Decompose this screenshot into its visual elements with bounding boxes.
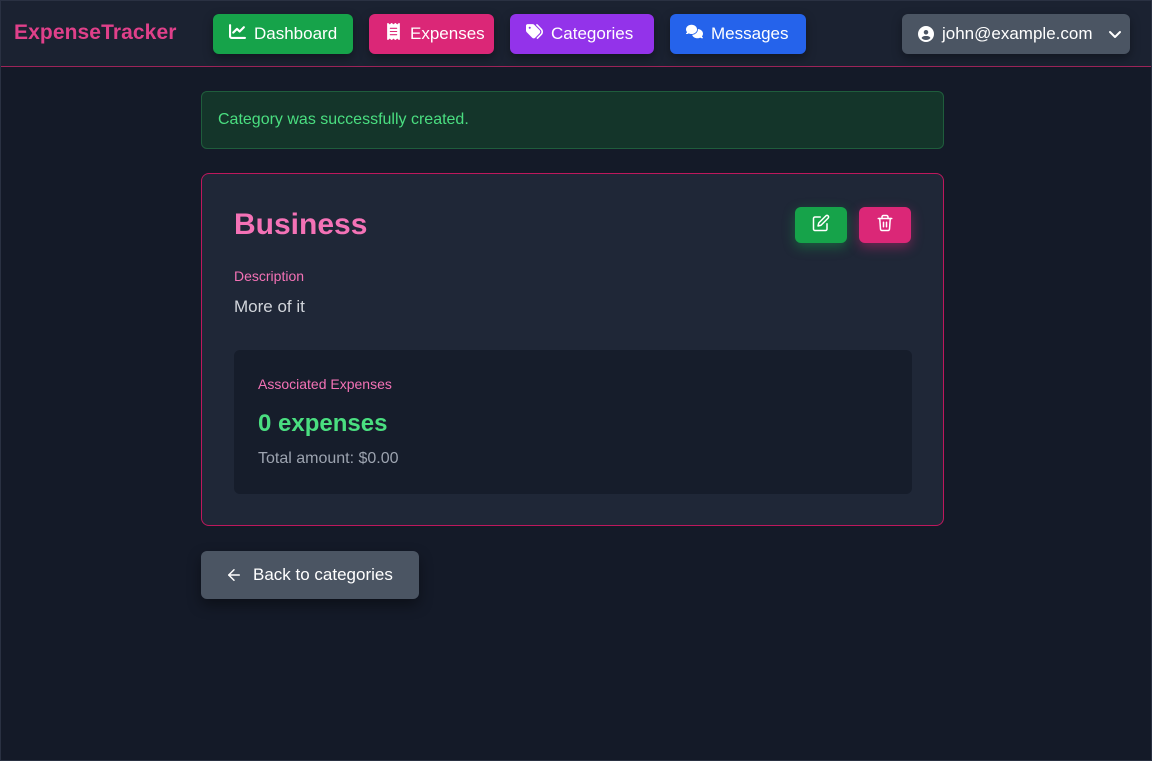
nav-messages-button[interactable]: Messages [670, 14, 806, 54]
description-value: More of it [234, 297, 305, 316]
user-circle-icon [918, 26, 934, 42]
trash-icon [876, 214, 894, 237]
success-flash-message: Category was successfully created. [201, 91, 944, 149]
back-to-categories-button[interactable]: Back to categories [201, 551, 419, 599]
edit-category-button[interactable] [795, 207, 847, 243]
nav-dashboard-button[interactable]: Dashboard [213, 14, 353, 54]
top-navbar: ExpenseTracker Dashboard Expenses Catego… [1, 1, 1151, 67]
description-label: Description [234, 268, 305, 284]
chart-line-icon [229, 23, 246, 45]
comments-icon [685, 23, 703, 45]
category-detail-card: Business Description More of it Associat… [201, 173, 944, 526]
delete-category-button[interactable] [859, 207, 911, 243]
associated-expenses-label: Associated Expenses [258, 376, 392, 392]
user-menu-dropdown[interactable]: john@example.com [902, 14, 1130, 54]
back-button-label: Back to categories [253, 565, 393, 584]
nav-expenses-button[interactable]: Expenses [369, 14, 494, 54]
expense-count: 0 expenses [258, 410, 388, 437]
brand-logo[interactable]: ExpenseTracker [14, 21, 177, 45]
nav-expenses-label: Expenses [410, 24, 485, 43]
total-amount: Total amount: $0.00 [258, 450, 399, 467]
receipt-icon [385, 23, 402, 45]
flash-text: Category was successfully created. [218, 111, 469, 128]
chevron-down-icon [1107, 26, 1123, 42]
arrow-left-icon [225, 566, 243, 584]
nav-dashboard-label: Dashboard [254, 24, 338, 43]
associated-expenses-panel: Associated Expenses 0 expenses Total amo… [234, 350, 912, 494]
user-email: john@example.com [942, 24, 1093, 43]
nav-categories-button[interactable]: Categories [510, 14, 654, 54]
nav-categories-label: Categories [551, 24, 634, 43]
edit-icon [812, 214, 830, 237]
tags-icon [526, 23, 544, 45]
nav-messages-label: Messages [711, 24, 789, 43]
category-name: Business [234, 208, 368, 241]
